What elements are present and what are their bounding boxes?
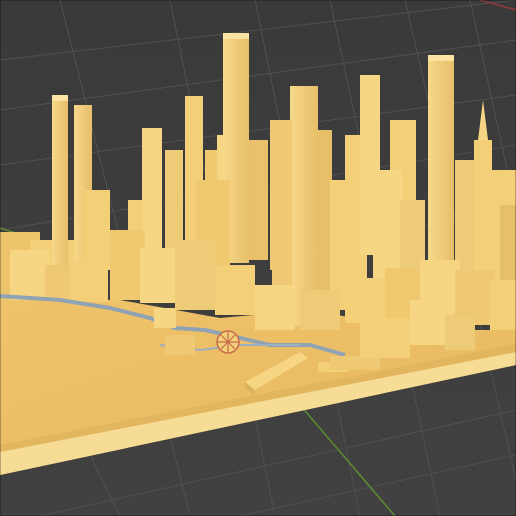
compass-rose-icon (216, 330, 240, 354)
scene-canvas[interactable] (0, 0, 516, 516)
3d-viewport[interactable] (0, 0, 516, 516)
